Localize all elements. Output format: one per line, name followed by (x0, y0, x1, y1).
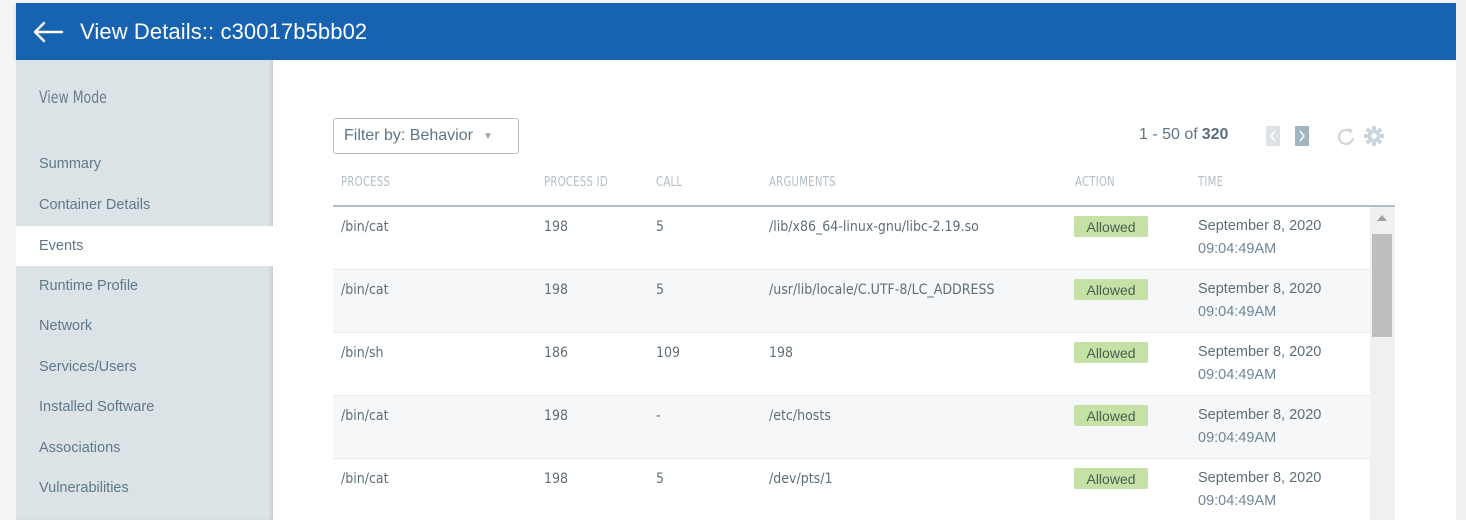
cell-process-id: 198 (544, 408, 569, 424)
events-panel: Filter by: Behavior ▼ 1 - 50 of 320 PROC… (273, 60, 1456, 520)
view-mode-sidebar: View Mode Summary Container Details Even… (16, 60, 274, 520)
cell-date: September 8, 2020 (1198, 281, 1322, 297)
next-page-button[interactable] (1295, 126, 1309, 146)
cell-call: 5 (656, 282, 665, 298)
filter-label: Filter by: Behavior (344, 127, 473, 144)
cell-call: 5 (656, 219, 665, 235)
column-header-time[interactable]: TIME (1198, 175, 1223, 190)
sidebar-item-runtime-profile[interactable]: Runtime Profile (16, 266, 273, 306)
cell-process: /bin/sh (341, 345, 384, 361)
column-header-call[interactable]: CALL (656, 175, 682, 190)
column-header-process-id[interactable]: PROCESS ID (544, 175, 608, 190)
cell-arguments: /usr/lib/locale/C.UTF-8/LC_ADDRESS (769, 282, 995, 298)
filter-dropdown[interactable]: Filter by: Behavior ▼ (333, 118, 519, 154)
sidebar-item-installed-software[interactable]: Installed Software (16, 387, 273, 427)
cell-call: 5 (656, 471, 665, 487)
cell-process: /bin/cat (341, 471, 389, 487)
page-header: View Details:: c30017b5bb02 (16, 3, 1456, 60)
cell-process: /bin/cat (341, 219, 389, 235)
scrollbar-thumb[interactable] (1372, 234, 1392, 337)
pagination-range: 1 - 50 of (1139, 126, 1198, 143)
settings-button[interactable] (1363, 124, 1385, 148)
sidebar-item-events[interactable]: Events (16, 226, 274, 266)
cell-arguments: /etc/hosts (769, 408, 831, 424)
table-row[interactable]: /bin/sh 186 109 198 Allowed September 8,… (333, 333, 1370, 396)
scroll-up-arrow-icon[interactable] (1377, 215, 1387, 221)
caret-down-icon: ▼ (482, 130, 493, 142)
chevron-right-icon (1299, 130, 1305, 142)
sidebar-item-network[interactable]: Network (16, 306, 273, 346)
gear-icon (1364, 126, 1384, 146)
cell-date: September 8, 2020 (1198, 344, 1322, 360)
column-header-arguments[interactable]: ARGUMENTS (769, 175, 836, 190)
table-header: PROCESS PROCESS ID CALL ARGUMENTS ACTION… (333, 167, 1395, 207)
sidebar-item-associations[interactable]: Associations (16, 428, 273, 468)
action-badge: Allowed (1074, 342, 1148, 363)
table-row[interactable]: /bin/cat 198 5 /dev/pts/1 Allowed Septem… (333, 459, 1370, 520)
action-badge: Allowed (1074, 405, 1148, 426)
table-row[interactable]: /bin/cat 198 5 /usr/lib/locale/C.UTF-8/L… (333, 270, 1370, 333)
cell-time: 09:04:49AM (1198, 430, 1277, 446)
column-header-process[interactable]: PROCESS (341, 175, 390, 190)
cell-arguments: /lib/x86_64-linux-gnu/libc-2.19.so (769, 219, 979, 235)
pagination-info: 1 - 50 of 320 (1139, 126, 1228, 144)
cell-time: 09:04:49AM (1198, 493, 1277, 509)
action-badge: Allowed (1074, 468, 1148, 489)
cell-process-id: 186 (544, 345, 569, 361)
action-badge: Allowed (1074, 279, 1148, 300)
arrow-left-icon (33, 21, 64, 42)
cell-time: 09:04:49AM (1198, 304, 1277, 320)
refresh-icon (1338, 128, 1355, 145)
events-table-body: /bin/cat 198 5 /lib/x86_64-linux-gnu/lib… (333, 207, 1370, 520)
page-title: View Details:: c30017b5bb02 (80, 18, 368, 44)
cell-time: 09:04:49AM (1198, 241, 1277, 257)
action-badge: Allowed (1074, 216, 1148, 237)
sidebar-title: View Mode (39, 88, 107, 108)
cell-date: September 8, 2020 (1198, 218, 1322, 234)
table-scrollbar[interactable] (1370, 207, 1395, 520)
cell-arguments: 198 (769, 345, 794, 361)
sidebar-item-vulnerabilities[interactable]: Vulnerabilities (16, 468, 273, 508)
page-gutter (1456, 0, 1466, 520)
table-row[interactable]: /bin/cat 198 - /etc/hosts Allowed Septem… (333, 396, 1370, 459)
pagination-total: 320 (1201, 126, 1229, 143)
cell-process-id: 198 (544, 282, 569, 298)
cell-process: /bin/cat (341, 408, 389, 424)
table-row[interactable]: /bin/cat 198 5 /lib/x86_64-linux-gnu/lib… (333, 207, 1370, 270)
cell-call: - (656, 408, 661, 424)
cell-date: September 8, 2020 (1198, 470, 1322, 486)
cell-arguments: /dev/pts/1 (769, 471, 833, 487)
prev-page-button[interactable] (1266, 126, 1280, 146)
cell-time: 09:04:49AM (1198, 367, 1277, 383)
chevron-left-icon (1270, 130, 1276, 142)
cell-process-id: 198 (544, 219, 569, 235)
cell-process: /bin/cat (341, 282, 389, 298)
back-button[interactable] (32, 17, 68, 47)
column-header-action[interactable]: ACTION (1075, 175, 1115, 190)
sidebar-item-container-details[interactable]: Container Details (16, 185, 273, 225)
cell-date: September 8, 2020 (1198, 407, 1322, 423)
cell-call: 109 (656, 345, 681, 361)
cell-process-id: 198 (544, 471, 569, 487)
refresh-button[interactable] (1335, 124, 1357, 148)
sidebar-item-services-users[interactable]: Services/Users (16, 347, 273, 387)
sidebar-item-summary[interactable]: Summary (16, 144, 273, 184)
